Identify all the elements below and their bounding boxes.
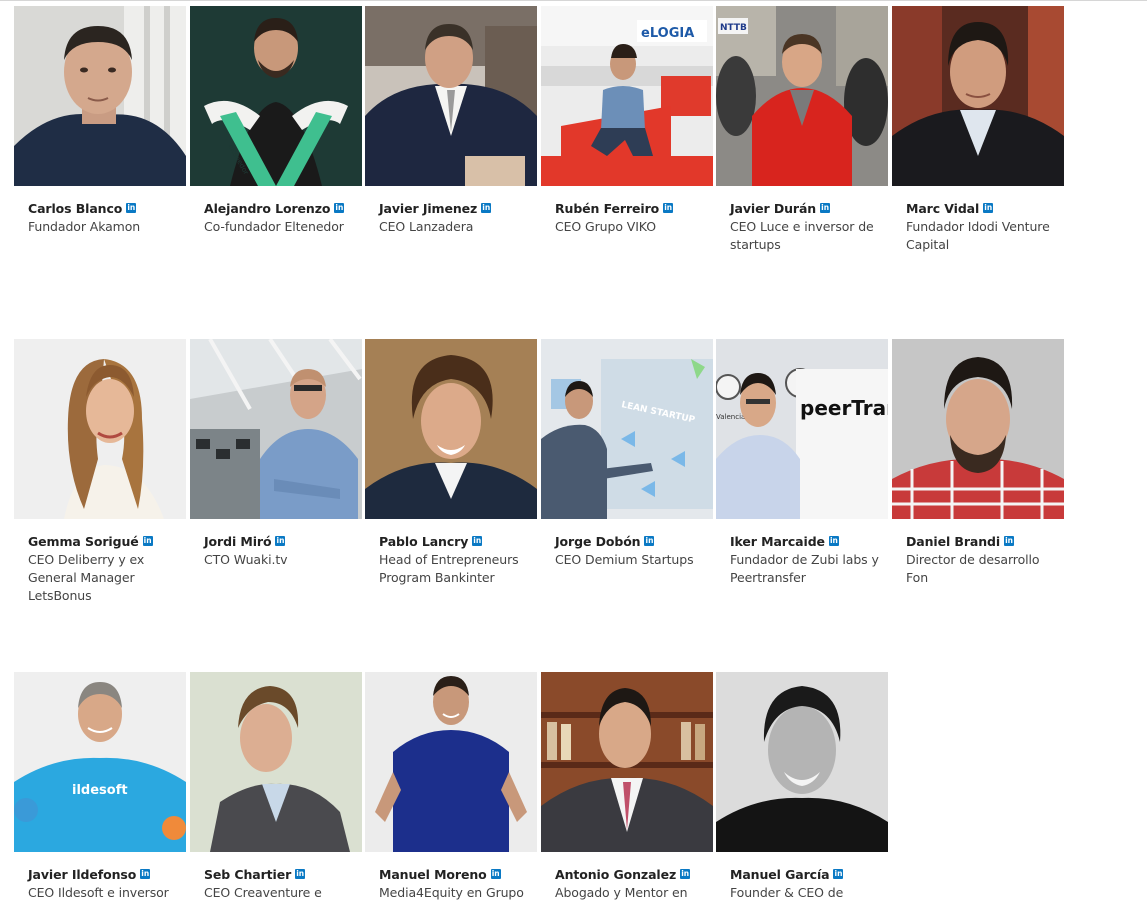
person-role: Fundador de Zubi labs y Peertransfer (730, 552, 879, 585)
person-photo[interactable] (365, 339, 537, 519)
person-name: Alejandro Lorenzo (204, 200, 331, 216)
person-photo[interactable]: eLOGIA (541, 6, 713, 186)
person-card-manuel-garcia: Manuel García in Founder & CEO de (716, 672, 888, 902)
linkedin-icon[interactable]: in (142, 536, 153, 546)
linkedin-icon[interactable]: in (1004, 536, 1015, 546)
person-name: Javier Ildefonso (28, 866, 137, 882)
linkedin-icon[interactable]: in (680, 869, 691, 879)
person-name: Pablo Lancry (379, 533, 469, 549)
person-photo[interactable] (190, 339, 362, 519)
person-card-javier-jimenez: Javier Jimenez in CEO Lanzadera (365, 6, 537, 236)
person-role: Abogado y Mentor en (555, 885, 688, 900)
person-card-alejandro-lorenzo: eltenedor Alejandro Lorenzo in Co-fundad… (190, 6, 362, 236)
person-card-javier-ildefonso: ildesoft Javier Ildefonso in CEO Ildesof… (14, 672, 186, 902)
person-photo[interactable]: LEAN STARTUP (541, 339, 713, 519)
person-card-ruben-ferreiro: eLOGIA Rubén Ferreiro in CEO Grupo VIKO (541, 6, 713, 236)
person-photo[interactable]: Valencia peerTrans (716, 339, 888, 519)
person-photo[interactable]: ildesoft (14, 672, 186, 852)
ildesoft-text: ildesoft (72, 783, 128, 798)
linkedin-icon[interactable]: in (663, 203, 674, 213)
linkedin-icon[interactable]: in (275, 536, 286, 546)
person-role: Fundador Idodi Venture Capital (906, 219, 1050, 252)
top-divider (0, 0, 1147, 1)
linkedin-icon[interactable]: in (126, 203, 137, 213)
person-card-gemma-sorigue: Gemma Sorigué in CEO Deliberry y ex Gene… (14, 339, 186, 605)
person-role: CEO Demium Startups (555, 552, 694, 567)
person-photo[interactable] (365, 6, 537, 186)
valencia-text: Valencia (716, 413, 745, 421)
person-card-javier-duran: NTTB Javier Durán in CEO Luce e inversor… (716, 6, 888, 254)
linkedin-icon[interactable]: in (820, 203, 831, 213)
person-name: Antonio Gonzalez (555, 866, 677, 882)
person-name: Rubén Ferreiro (555, 200, 660, 216)
person-name: Manuel Moreno (379, 866, 487, 882)
person-card-antonio-gonzalez: Antonio Gonzalez in Abogado y Mentor en (541, 672, 713, 902)
person-photo[interactable] (892, 339, 1064, 519)
nttb-text: NTTB (720, 23, 747, 33)
person-photo[interactable] (716, 672, 888, 852)
person-name: Marc Vidal (906, 200, 980, 216)
person-card-iker-marcaide: Valencia peerTrans Iker Marcaide in Fund… (716, 339, 888, 587)
linkedin-icon[interactable]: in (983, 203, 994, 213)
person-card-daniel-brandi: Daniel Brandi in Director de desarrollo … (892, 339, 1064, 587)
person-name: Iker Marcaide (730, 533, 825, 549)
person-photo[interactable]: NTTB (716, 6, 888, 186)
person-photo[interactable]: eltenedor (190, 6, 362, 186)
linkedin-icon[interactable]: in (140, 869, 151, 879)
person-name: Seb Chartier (204, 866, 292, 882)
person-photo[interactable] (541, 672, 713, 852)
person-role: Director de desarrollo Fon (906, 552, 1040, 585)
person-role: CEO Creaventure e (204, 885, 322, 900)
person-role: Co-fundador Eltenedor (204, 219, 344, 234)
person-name: Daniel Brandi (906, 533, 1001, 549)
person-name: Javier Jimenez (379, 200, 478, 216)
linkedin-icon[interactable]: in (828, 536, 839, 546)
linkedin-icon[interactable]: in (644, 536, 655, 546)
person-card-manuel-moreno: Manuel Moreno in Media4Equity en Grupo (365, 672, 537, 902)
person-role: Founder & CEO de (730, 885, 844, 900)
person-role: CEO Luce e inversor de startups (730, 219, 874, 252)
person-card-pablo-lancry: Pablo Lancry in Head of Entrepreneurs Pr… (365, 339, 537, 587)
person-card-jorge-dobon: LEAN STARTUP Jorge Dobón in CEO Demium S… (541, 339, 713, 569)
person-card-seb-chartier: Seb Chartier in CEO Creaventure e (190, 672, 362, 902)
person-card-carlos-blanco: Carlos Blanco in Fundador Akamon (14, 6, 186, 236)
person-name: Gemma Sorigué (28, 533, 139, 549)
person-photo[interactable] (190, 672, 362, 852)
elogia-text: eLOGIA (641, 26, 694, 41)
person-name: Javier Durán (730, 200, 817, 216)
person-role: CEO Lanzadera (379, 219, 474, 234)
linkedin-icon[interactable]: in (833, 869, 844, 879)
person-role: CEO Grupo VIKO (555, 219, 656, 234)
person-photo[interactable] (365, 672, 537, 852)
person-photo[interactable] (14, 6, 186, 186)
person-role: Media4Equity en Grupo (379, 885, 524, 900)
person-photo[interactable] (892, 6, 1064, 186)
linkedin-icon[interactable]: in (481, 203, 492, 213)
person-role: CTO Wuaki.tv (204, 552, 288, 567)
person-card-jordi-miro: Jordi Miró in CTO Wuaki.tv (190, 339, 362, 569)
person-role: Fundador Akamon (28, 219, 141, 234)
person-name: Manuel García (730, 866, 830, 882)
person-role: CEO Ildesoft e inversor (28, 885, 169, 900)
linkedin-icon[interactable]: in (295, 869, 306, 879)
person-role: CEO Deliberry y ex General Manager LetsB… (28, 552, 145, 603)
linkedin-icon[interactable]: in (334, 203, 345, 213)
person-role: Head of Entrepreneurs Program Bankinter (379, 552, 519, 585)
person-name: Carlos Blanco (28, 200, 123, 216)
linkedin-icon[interactable]: in (490, 869, 501, 879)
peertransfer-text: peerTrans (800, 396, 888, 420)
person-name: Jorge Dobón (555, 533, 641, 549)
person-photo[interactable] (14, 339, 186, 519)
person-card-marc-vidal: Marc Vidal in Fundador Idodi Venture Cap… (892, 6, 1064, 254)
person-name: Jordi Miró (204, 533, 272, 549)
linkedin-icon[interactable]: in (472, 536, 483, 546)
